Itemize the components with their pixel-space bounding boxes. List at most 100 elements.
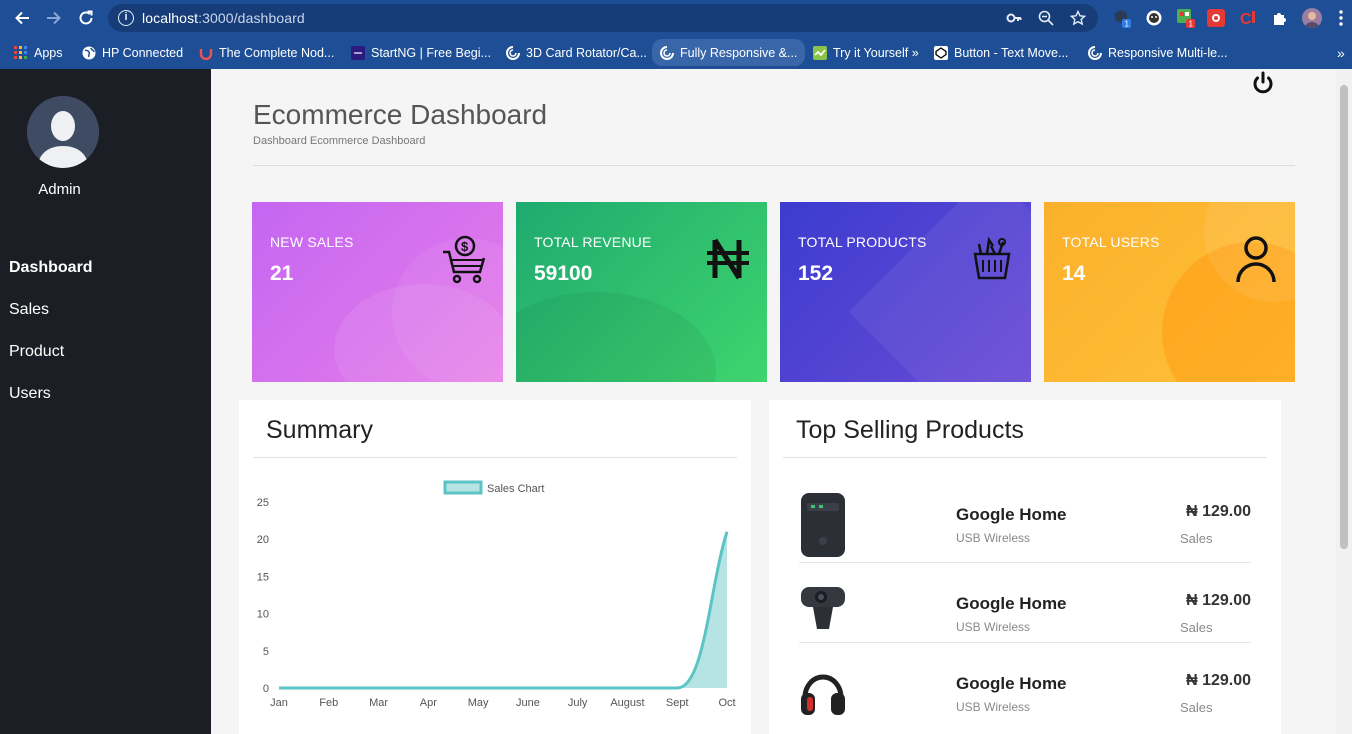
x-tick-label: May <box>468 697 489 709</box>
x-tick-label: Mar <box>369 697 388 709</box>
sidebar-item-users[interactable]: Users <box>9 385 51 403</box>
globe-icon <box>82 46 96 60</box>
star-icon[interactable] <box>1069 9 1087 26</box>
zoom-icon[interactable] <box>1038 10 1054 26</box>
codepen-icon <box>660 45 674 60</box>
sales-area <box>279 531 727 688</box>
breadcrumb: Dashboard Ecommerce Dashboard <box>253 135 426 147</box>
bookmark-try-it-yourself[interactable]: Try it Yourself » <box>813 43 919 63</box>
card-label: TOTAL REVENUE <box>534 234 652 250</box>
admin-name: Admin <box>38 181 81 198</box>
webcam-image <box>799 581 847 651</box>
naira-icon <box>705 234 751 284</box>
card-decoration <box>848 202 1031 382</box>
bookmark-hp-connected[interactable]: HP Connected <box>82 43 183 63</box>
summary-title: Summary <box>266 416 373 444</box>
key-icon[interactable] <box>1006 10 1022 26</box>
sidebar-item-product[interactable]: Product <box>9 343 64 361</box>
top-products-title: Top Selling Products <box>796 416 1024 444</box>
x-tick-label: Oct <box>718 697 735 709</box>
y-tick-label: 0 <box>263 683 269 695</box>
page-title: Ecommerce Dashboard <box>253 99 548 130</box>
product-name: Google Home <box>956 594 1067 613</box>
svg-text:$: $ <box>461 239 469 254</box>
sidebar: Admin Dashboard Sales Product Users <box>0 69 211 734</box>
product-item[interactable]: Google Home USB Wireless ₦ 129.00 Sales <box>799 483 1251 563</box>
bookmark-fully-responsive[interactable]: Fully Responsive &... <box>652 39 806 66</box>
browser-chrome: i localhost:3000/dashboard 1 1 C Apps HP… <box>0 0 1352 69</box>
power-icon[interactable] <box>1249 69 1277 97</box>
scrollbar-thumb[interactable] <box>1340 85 1348 549</box>
extension-cube-icon[interactable]: 1 <box>1112 8 1132 29</box>
codepen-box-icon <box>934 46 948 60</box>
forward-icon[interactable] <box>44 8 64 28</box>
router-image <box>799 489 847 559</box>
codepen-icon <box>506 46 520 60</box>
reload-icon[interactable] <box>76 8 96 28</box>
sales-line <box>279 531 729 690</box>
product-name: Google Home <box>956 674 1067 693</box>
page-scrollbar[interactable] <box>1336 69 1352 734</box>
bookmarks-overflow[interactable]: » <box>1337 43 1345 63</box>
card-label: TOTAL PRODUCTS <box>798 234 927 250</box>
url-text[interactable]: localhost:3000/dashboard <box>142 10 305 26</box>
new-sales-card[interactable]: NEW SALES 21 $ <box>252 202 503 382</box>
site-info-icon[interactable]: i <box>118 10 134 26</box>
card-value: 21 <box>270 262 294 285</box>
product-item[interactable]: Google Home USB Wireless ₦ 129.00 Sales <box>799 643 1251 723</box>
panel-divider <box>253 457 737 458</box>
address-bar[interactable]: i localhost:3000/dashboard <box>108 4 1098 32</box>
total-users-card[interactable]: TOTAL USERS 14 <box>1044 202 1295 382</box>
browser-toolbar: i localhost:3000/dashboard 1 1 C <box>0 0 1352 36</box>
headphones-image <box>799 667 847 734</box>
total-revenue-card[interactable]: TOTAL REVENUE 59100 <box>516 202 767 382</box>
card-label: TOTAL USERS <box>1062 234 1160 250</box>
x-tick-label: August <box>610 697 644 709</box>
sidebar-item-sales[interactable]: Sales <box>9 301 49 319</box>
x-tick-label: Jan <box>270 697 288 709</box>
card-label: NEW SALES <box>270 234 354 250</box>
bookmark-button-text-move[interactable]: Button - Text Move... <box>934 43 1068 63</box>
product-status: Sales <box>1180 620 1213 635</box>
bookmark-node-course[interactable]: The Complete Nod... <box>199 43 334 63</box>
product-item[interactable]: Google Home USB Wireless ₦ 129.00 Sales <box>799 563 1251 643</box>
svg-text:1: 1 <box>1189 20 1194 29</box>
profile-avatar-icon[interactable] <box>1302 8 1322 28</box>
startng-icon <box>351 46 365 60</box>
extensions-puzzle-icon[interactable] <box>1270 8 1290 28</box>
product-price: ₦ 129.00 <box>1186 672 1251 689</box>
extension-face-icon[interactable] <box>1144 8 1164 28</box>
legend-label: Sales Chart <box>487 483 544 495</box>
product-price: ₦ 129.00 <box>1186 503 1251 520</box>
extension-grid-icon[interactable]: 1 <box>1176 8 1196 29</box>
product-status: Sales <box>1180 531 1213 546</box>
bookmarks-bar: Apps HP Connected The Complete Nod... St… <box>0 36 1352 69</box>
bookmark-startng[interactable]: StartNG | Free Begi... <box>351 43 491 63</box>
apps-grid-icon <box>14 46 28 60</box>
sidebar-item-dashboard[interactable]: Dashboard <box>9 259 93 277</box>
w3schools-icon <box>813 46 827 60</box>
bookmark-3d-card[interactable]: 3D Card Rotator/Ca... <box>506 43 647 63</box>
back-icon[interactable] <box>12 8 32 28</box>
sales-chart: 0 5 10 15 20 25 Jan Feb Mar Apr May June July August S… <box>257 480 736 709</box>
bookmark-responsive-multi[interactable]: Responsive Multi-le... <box>1088 43 1228 63</box>
total-products-card[interactable]: TOTAL PRODUCTS 152 <box>780 202 1031 382</box>
y-tick-label: 10 <box>257 609 269 621</box>
product-subtitle: USB Wireless <box>956 700 1031 714</box>
bookmark-apps[interactable]: Apps <box>14 43 63 63</box>
admin-avatar <box>27 96 99 168</box>
browser-menu-icon[interactable] <box>1334 8 1348 28</box>
extension-puzzle-red-icon[interactable] <box>1206 8 1226 28</box>
y-tick-label: 25 <box>257 497 269 509</box>
codepen-icon <box>1088 46 1102 60</box>
top-products-panel: Top Selling Products Google Home USB Wir… <box>769 400 1281 734</box>
card-decoration <box>516 292 716 382</box>
product-status: Sales <box>1180 700 1213 715</box>
legend-swatch <box>443 480 483 495</box>
panel-divider <box>783 457 1267 458</box>
extension-c-icon[interactable]: C <box>1238 8 1258 28</box>
x-tick-label: Feb <box>319 697 338 709</box>
card-value: 59100 <box>534 262 593 285</box>
title-divider <box>253 165 1295 166</box>
x-tick-label: Apr <box>420 697 437 709</box>
